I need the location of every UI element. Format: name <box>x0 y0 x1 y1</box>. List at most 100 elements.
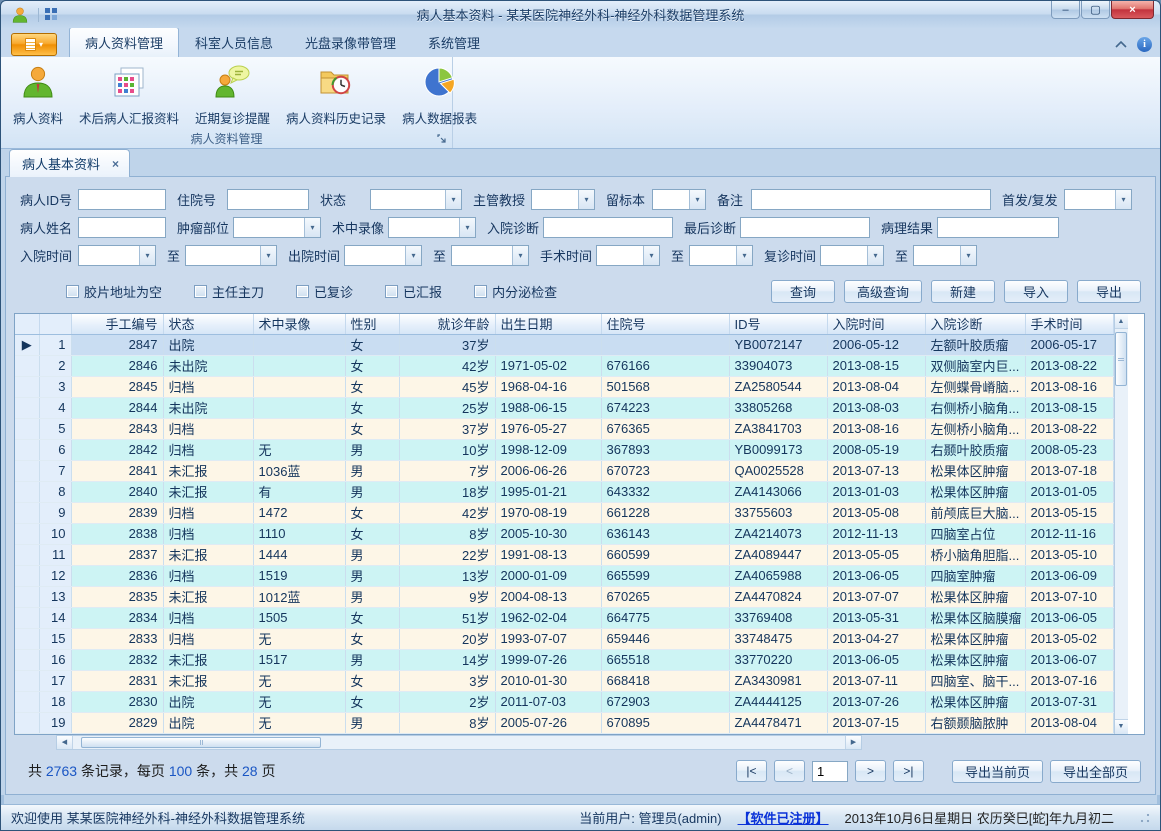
quick-access-icon[interactable] <box>44 7 59 22</box>
grid-cell[interactable] <box>253 355 345 376</box>
data-report-button[interactable]: 病人数据报表 <box>394 61 485 130</box>
grid-cell[interactable]: 2013-08-15 <box>827 355 925 376</box>
prev-page-button[interactable]: < <box>774 760 805 782</box>
grid-cell[interactable]: 670723 <box>601 460 729 481</box>
grid-cell[interactable]: 无 <box>253 670 345 691</box>
grid-cell[interactable]: 665518 <box>601 649 729 670</box>
table-row[interactable]: 22846未出院女42岁1971-05-02676166339040732013… <box>15 355 1113 376</box>
grid-cell[interactable]: 1517 <box>253 649 345 670</box>
filter-input[interactable] <box>78 217 166 238</box>
grid-cell[interactable]: 51岁 <box>399 607 495 628</box>
grid-cell[interactable]: 10岁 <box>399 439 495 460</box>
grid-cell[interactable]: 1472 <box>253 502 345 523</box>
chevron-down-icon[interactable]: ▾ <box>689 190 705 209</box>
grid-cell[interactable]: 女 <box>345 670 399 691</box>
table-row[interactable]: 142834归档1505女51岁1962-02-0466477533769408… <box>15 607 1113 628</box>
grid-cell[interactable]: 45岁 <box>399 376 495 397</box>
grid-cell[interactable]: 出院 <box>163 334 253 355</box>
table-row[interactable]: 92839归档1472女42岁1970-08-19661228337556032… <box>15 502 1113 523</box>
minimize-button[interactable]: – <box>1051 1 1080 19</box>
grid-column-header[interactable]: 住院号 <box>601 314 729 334</box>
filter-combobox[interactable]: ▾ <box>913 245 977 266</box>
combobox-input[interactable] <box>914 246 960 265</box>
filter-combobox[interactable]: ▾ <box>652 189 706 210</box>
grid-cell[interactable]: 松果体区肿瘤 <box>925 460 1025 481</box>
grid-cell[interactable]: 2839 <box>71 502 163 523</box>
grid-cell[interactable]: 674223 <box>601 397 729 418</box>
chevron-down-icon[interactable]: ▾ <box>512 246 528 265</box>
next-page-button[interactable]: > <box>855 760 886 782</box>
grid-cell[interactable]: 643332 <box>601 481 729 502</box>
grid-cell[interactable]: 松果体区脑膜瘤 <box>925 607 1025 628</box>
table-row[interactable]: 172831未汇报无女3岁2010-01-30668418ZA343098120… <box>15 670 1113 691</box>
tab-patient-management[interactable]: 病人资料管理 <box>69 27 179 57</box>
grid-cell[interactable]: 未汇报 <box>163 460 253 481</box>
grid-cell[interactable]: 676365 <box>601 418 729 439</box>
combobox-input[interactable] <box>79 246 139 265</box>
grid-cell[interactable]: 2005-07-26 <box>495 712 601 733</box>
grid-cell[interactable]: 归档 <box>163 502 253 523</box>
grid-cell[interactable]: 2013-08-15 <box>1025 397 1113 418</box>
grid-cell[interactable]: 2005-10-30 <box>495 523 601 544</box>
grid-cell[interactable]: 1968-04-16 <box>495 376 601 397</box>
grid-cell[interactable]: 672903 <box>601 691 729 712</box>
grid-cell[interactable]: ZA4065988 <box>729 565 827 586</box>
grid-cell[interactable]: 37岁 <box>399 418 495 439</box>
grid-cell[interactable]: 8岁 <box>399 712 495 733</box>
filter-combobox[interactable]: ▾ <box>820 245 884 266</box>
grid-cell[interactable]: 女 <box>345 628 399 649</box>
grid-cell[interactable]: 2013-05-02 <box>1025 628 1113 649</box>
grid-cell[interactable]: 有 <box>253 481 345 502</box>
grid-cell[interactable]: 367893 <box>601 439 729 460</box>
vertical-scrollbar[interactable]: ▲ ▼ <box>1114 314 1128 734</box>
table-row[interactable]: 62842归档无男10岁1998-12-09367893YB0099173200… <box>15 439 1113 460</box>
chevron-down-icon[interactable]: ▾ <box>960 246 976 265</box>
grid-cell[interactable]: 1991-08-13 <box>495 544 601 565</box>
grid-cell[interactable]: ZA4470824 <box>729 586 827 607</box>
chevron-down-icon[interactable]: ▾ <box>1115 190 1131 209</box>
export-all-pages-button[interactable]: 导出全部页 <box>1050 760 1141 783</box>
history-record-button[interactable]: 病人资料历史记录 <box>278 61 394 130</box>
grid-cell[interactable]: 2842 <box>71 439 163 460</box>
grid-cell[interactable]: 女 <box>345 334 399 355</box>
grid-cell[interactable]: 女 <box>345 397 399 418</box>
grid-cell[interactable]: 2831 <box>71 670 163 691</box>
grid-cell[interactable]: 636143 <box>601 523 729 544</box>
grid-cell[interactable]: 女 <box>345 502 399 523</box>
grid-cell[interactable]: 归档 <box>163 628 253 649</box>
filter-combobox[interactable]: ▾ <box>689 245 753 266</box>
tab-patient-basic-info[interactable]: 病人基本资料 × <box>9 149 130 177</box>
grid-cell[interactable]: 2013-06-05 <box>827 649 925 670</box>
grid-cell[interactable]: 1998-12-09 <box>495 439 601 460</box>
grid-column-header[interactable]: ID号 <box>729 314 827 334</box>
grid-cell[interactable]: 出院 <box>163 712 253 733</box>
checkbox-reported[interactable]: 已汇报 <box>385 282 442 301</box>
advanced-search-button[interactable]: 高级查询 <box>844 280 922 303</box>
grid-cell[interactable]: 33805268 <box>729 397 827 418</box>
maximize-button[interactable]: ▢ <box>1081 1 1110 19</box>
grid-cell[interactable]: 右颞叶胶质瘤 <box>925 439 1025 460</box>
grid-cell[interactable]: 2013-06-09 <box>1025 565 1113 586</box>
vertical-scroll-thumb[interactable] <box>1115 332 1127 386</box>
tab-disc-video-management[interactable]: 光盘录像带管理 <box>289 27 412 57</box>
grid-cell[interactable]: 1036蓝 <box>253 460 345 481</box>
grid-cell[interactable]: 2013-07-10 <box>1025 586 1113 607</box>
horizontal-scrollbar[interactable]: ◀ ▶ <box>56 735 862 750</box>
grid-cell[interactable]: 2013-08-04 <box>1025 712 1113 733</box>
checkbox-box[interactable] <box>66 285 79 298</box>
grid-cell[interactable]: 2013-08-22 <box>1025 418 1113 439</box>
grid-cell[interactable]: 未汇报 <box>163 649 253 670</box>
grid-cell[interactable]: 2013-01-03 <box>827 481 925 502</box>
grid-cell[interactable]: QA0025528 <box>729 460 827 481</box>
grid-cell[interactable]: 2838 <box>71 523 163 544</box>
filter-combobox[interactable]: ▾ <box>451 245 529 266</box>
grid-cell[interactable]: 670895 <box>601 712 729 733</box>
combobox-input[interactable] <box>234 218 304 237</box>
combobox-input[interactable] <box>1065 190 1115 209</box>
grid-cell[interactable]: 2830 <box>71 691 163 712</box>
grid-cell[interactable]: 未汇报 <box>163 544 253 565</box>
grid-cell[interactable]: 2835 <box>71 586 163 607</box>
grid-cell[interactable]: 664775 <box>601 607 729 628</box>
grid-cell[interactable]: 1971-05-02 <box>495 355 601 376</box>
grid-cell[interactable]: 2013-06-05 <box>827 565 925 586</box>
